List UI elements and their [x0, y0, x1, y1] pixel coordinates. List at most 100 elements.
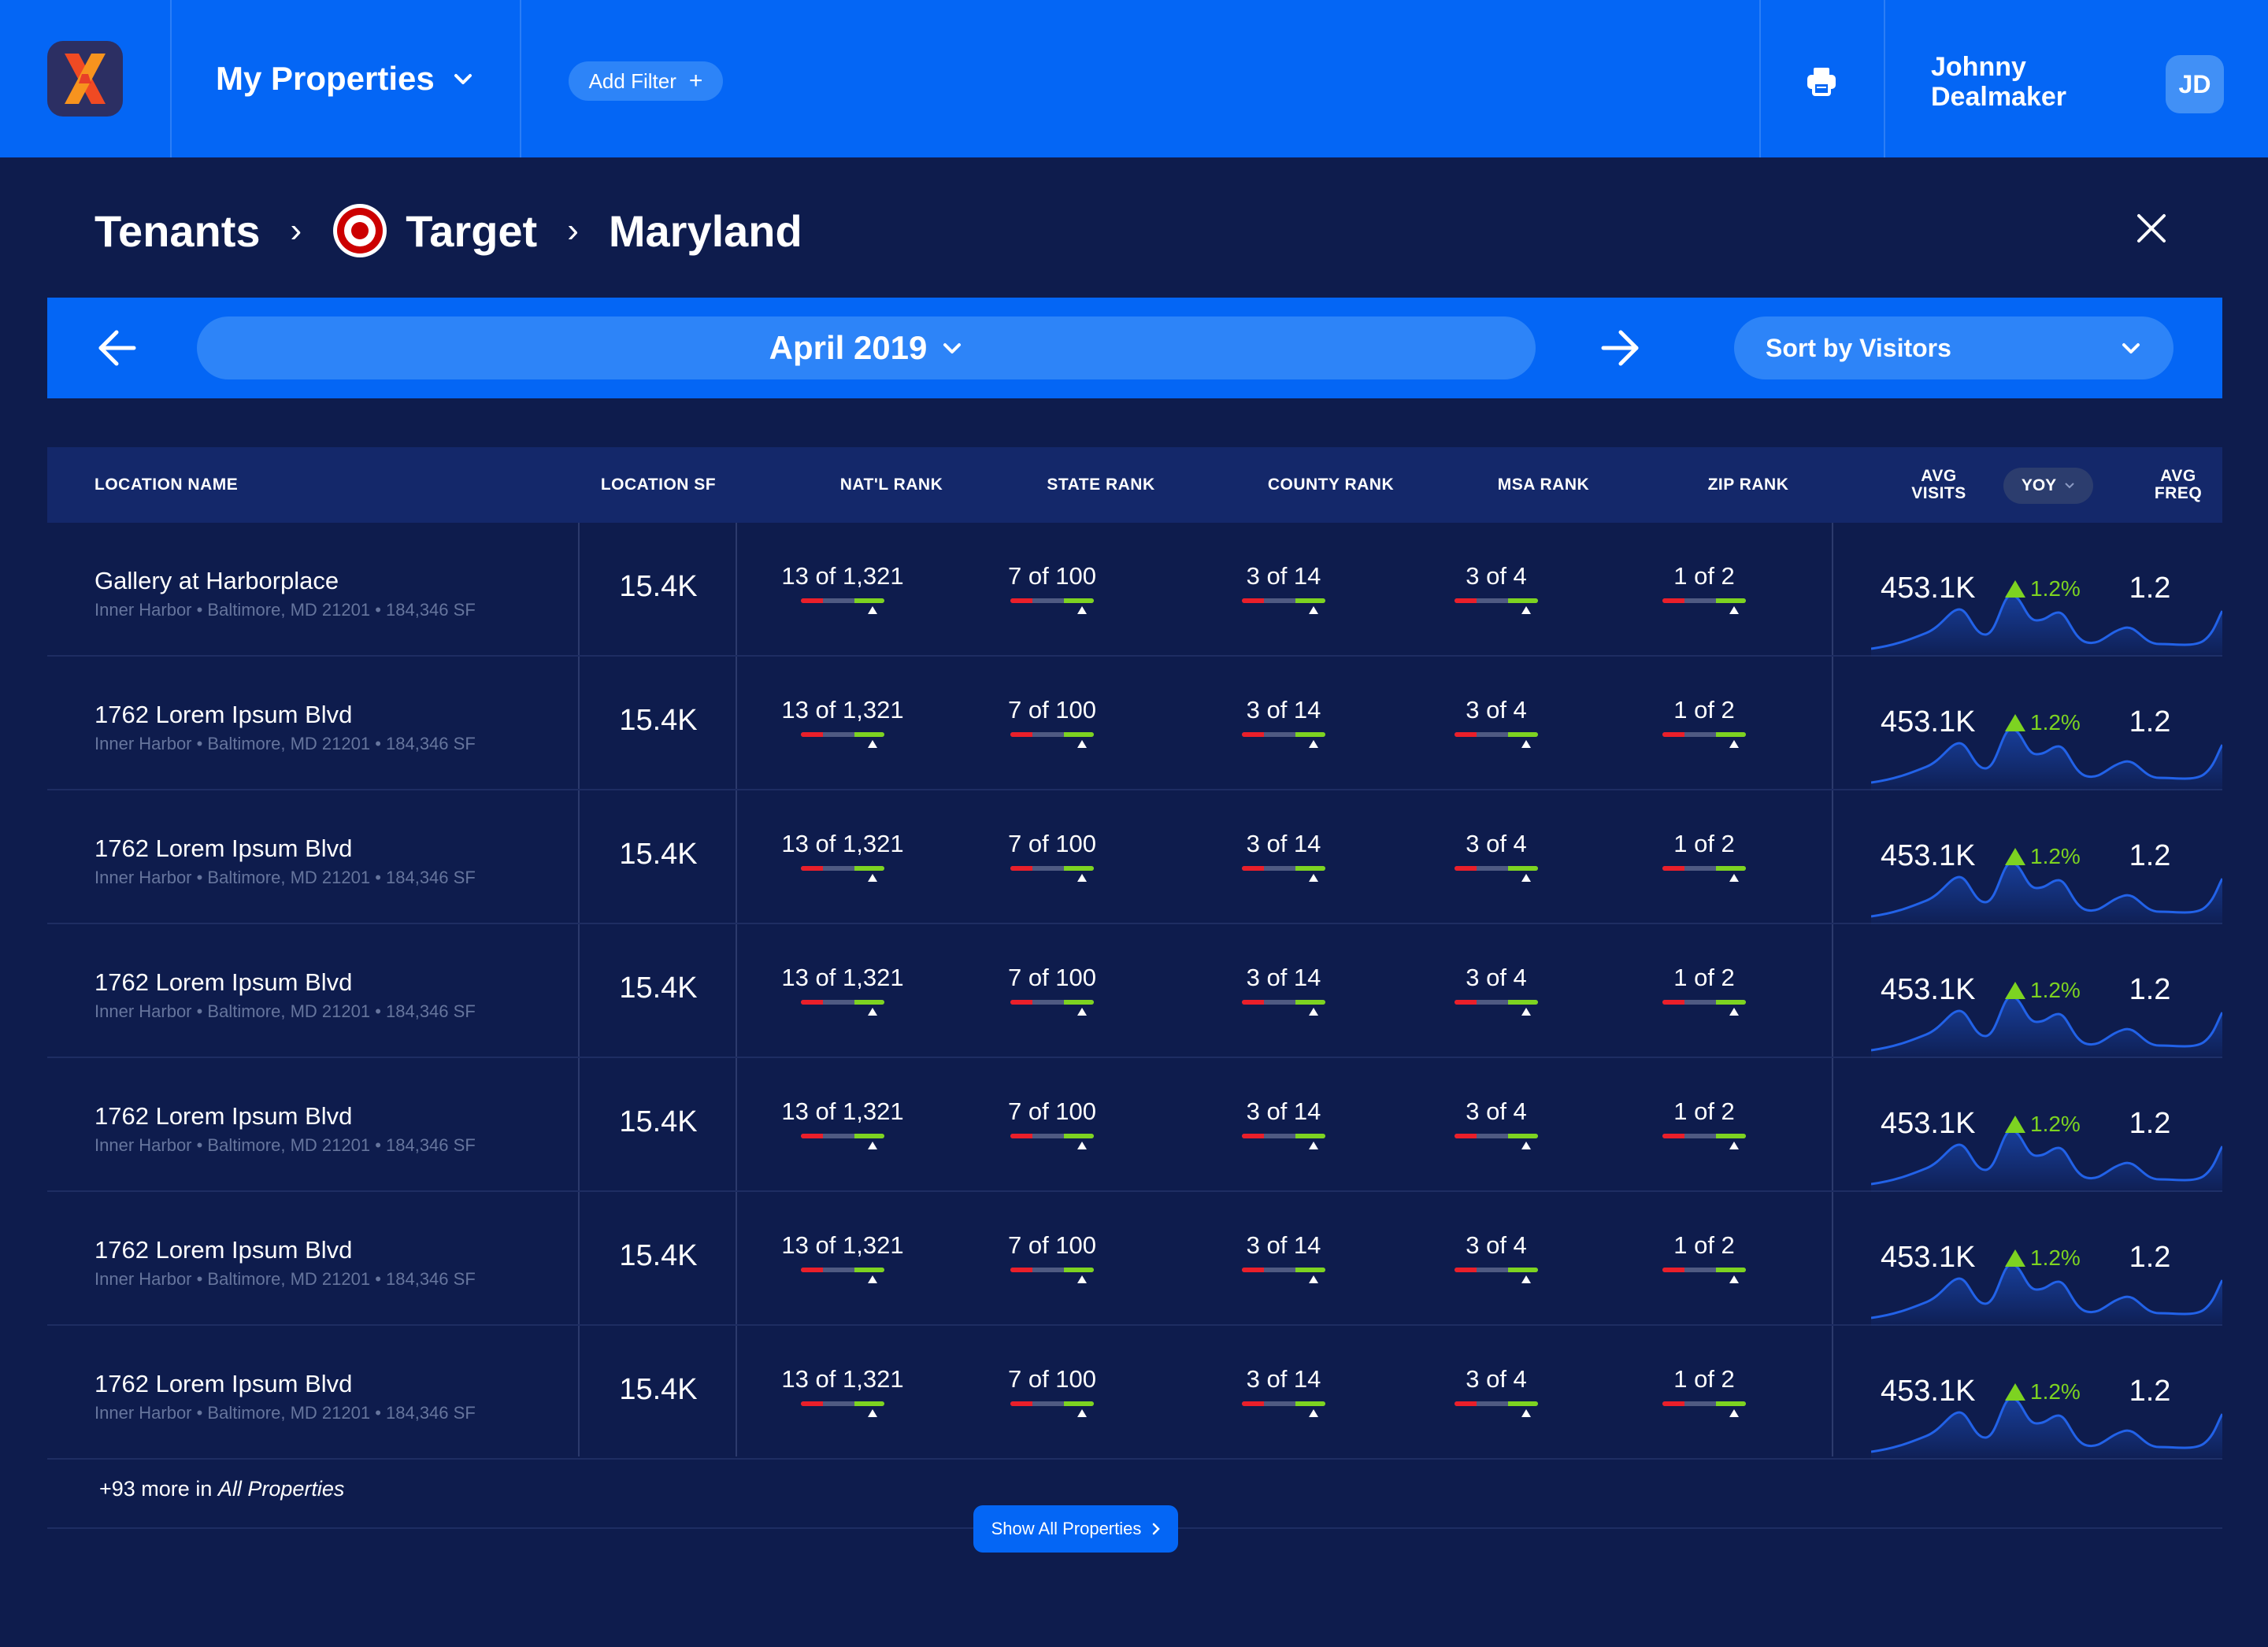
avg-freq-value: 1.2: [2129, 1107, 2171, 1140]
location-sf: 15.4K: [619, 1239, 698, 1272]
zip-rank: 1 of 2: [1625, 964, 1783, 1016]
triangle-up-icon: [1309, 1275, 1318, 1283]
triangle-up-icon: [1521, 740, 1531, 748]
msa-rank-value: 3 of 4: [1466, 696, 1527, 724]
state-rank: 7 of 100: [973, 1365, 1131, 1417]
table-row[interactable]: 1762 Lorem Ipsum Blvd Inner Harbor • Bal…: [47, 924, 2222, 1058]
rank-gauge: [1010, 1134, 1094, 1149]
zip-rank-value: 1 of 2: [1673, 1231, 1735, 1259]
county-rank: 3 of 14: [1205, 1365, 1362, 1417]
natl-rank: 13 of 1,321: [764, 1365, 921, 1417]
month-selector[interactable]: April 2019: [197, 316, 1536, 379]
col-zip-rank[interactable]: ZIP RANK: [1622, 447, 1874, 523]
printer-icon[interactable]: [1803, 63, 1840, 99]
msa-rank: 3 of 4: [1418, 1231, 1575, 1283]
triangle-up-icon: [1729, 1409, 1739, 1417]
rank-gauge: [801, 1268, 884, 1283]
state-rank-value: 7 of 100: [1007, 1097, 1097, 1125]
table-row[interactable]: 1762 Lorem Ipsum Blvd Inner Harbor • Bal…: [47, 790, 2222, 924]
location-name[interactable]: 1762 Lorem Ipsum Blvd: [94, 1236, 352, 1264]
add-filter-button[interactable]: Add Filter +: [569, 61, 723, 101]
show-all-properties-button[interactable]: Show All Properties: [973, 1505, 1178, 1553]
location-details: Inner Harbor • Baltimore, MD 21201 • 184…: [94, 734, 476, 753]
rank-gauge: [1010, 1401, 1094, 1417]
rank-gauge: [1242, 866, 1325, 882]
triangle-up-icon: [1309, 1008, 1318, 1016]
location-name[interactable]: 1762 Lorem Ipsum Blvd: [94, 1370, 352, 1398]
location-name[interactable]: 1762 Lorem Ipsum Blvd: [94, 968, 352, 997]
triangle-up-icon: [1077, 606, 1087, 614]
rank-gauge: [1242, 1268, 1325, 1283]
table-row[interactable]: Gallery at Harborplace Inner Harbor • Ba…: [47, 523, 2222, 657]
rank-gauge: [1242, 1401, 1325, 1417]
msa-rank-value: 3 of 4: [1466, 1365, 1527, 1393]
avg-visits-value: 453.1K: [1881, 1107, 1976, 1140]
chevron-down-icon: [2122, 343, 2140, 353]
rank-gauge: [1455, 1401, 1538, 1417]
triangle-up-icon: [1077, 1142, 1087, 1149]
rank-gauge: [1662, 866, 1746, 882]
table-row[interactable]: 1762 Lorem Ipsum Blvd Inner Harbor • Bal…: [47, 1058, 2222, 1192]
location-sf: 15.4K: [619, 972, 698, 1005]
avg-freq-value: 1.2: [2129, 572, 2171, 605]
table-row[interactable]: 1762 Lorem Ipsum Blvd Inner Harbor • Bal…: [47, 657, 2222, 790]
close-icon[interactable]: [2134, 211, 2169, 246]
breadcrumb: Tenants › Target › Maryland: [94, 202, 802, 260]
properties-dropdown[interactable]: My Properties: [216, 55, 474, 102]
msa-rank: 3 of 4: [1418, 830, 1575, 882]
county-rank: 3 of 14: [1205, 830, 1362, 882]
add-filter-label: Add Filter: [588, 68, 676, 93]
arrow-right-icon[interactable]: [1599, 328, 1641, 368]
table-row[interactable]: 1762 Lorem Ipsum Blvd Inner Harbor • Bal…: [47, 1192, 2222, 1326]
zip-rank: 1 of 2: [1625, 562, 1783, 614]
location-name[interactable]: 1762 Lorem Ipsum Blvd: [94, 701, 352, 729]
triangle-up-icon: [868, 1409, 877, 1417]
rank-gauge: [1455, 866, 1538, 882]
app-logo[interactable]: [47, 41, 123, 117]
chevron-right-icon: ›: [567, 211, 579, 250]
location-details: Inner Harbor • Baltimore, MD 21201 • 184…: [94, 868, 476, 887]
triangle-up-icon: [1309, 874, 1318, 882]
breadcrumb-tenants[interactable]: Tenants: [94, 205, 261, 257]
zip-rank: 1 of 2: [1625, 1365, 1783, 1417]
col-avg-freq[interactable]: AVG FREQ: [2147, 447, 2210, 523]
triangle-up-icon: [1077, 1275, 1087, 1283]
target-logo: [333, 204, 387, 257]
triangle-up-icon: [1729, 740, 1739, 748]
msa-rank: 3 of 4: [1418, 964, 1575, 1016]
triangle-up-icon: [1309, 606, 1318, 614]
state-rank: 7 of 100: [973, 1097, 1131, 1149]
zip-rank-value: 1 of 2: [1673, 696, 1735, 724]
col-location-name[interactable]: LOCATION NAME: [94, 447, 238, 523]
col-avg-visits[interactable]: AVG VISITS: [1899, 447, 1978, 523]
rank-gauge: [801, 598, 884, 614]
county-rank-value: 3 of 14: [1246, 696, 1321, 724]
triangle-up-icon: [1309, 740, 1318, 748]
natl-rank: 13 of 1,321: [764, 696, 921, 748]
triangle-up-icon: [2005, 580, 2025, 598]
breadcrumb-tenant[interactable]: Target: [406, 205, 537, 257]
table-row[interactable]: 1762 Lorem Ipsum Blvd Inner Harbor • Bal…: [47, 1326, 2222, 1460]
yoy-value: 1.2%: [2030, 576, 2081, 601]
col-location-sf[interactable]: LOCATION SF: [580, 447, 737, 523]
yoy-dropdown[interactable]: YOY: [2003, 468, 2093, 504]
yoy-change: 1.2%: [2005, 710, 2081, 735]
yoy-value: 1.2%: [2030, 1112, 2081, 1136]
user-name[interactable]: Johnny Dealmaker: [1931, 52, 2088, 112]
avatar[interactable]: JD: [2166, 55, 2224, 113]
triangle-up-icon: [1729, 1275, 1739, 1283]
triangle-up-icon: [2005, 982, 2025, 999]
sort-dropdown[interactable]: Sort by Visitors: [1734, 316, 2174, 379]
avg-visits-value: 453.1K: [1881, 1375, 1976, 1408]
breadcrumb-state: Maryland: [608, 205, 802, 256]
msa-rank-value: 3 of 4: [1466, 562, 1527, 590]
location-name[interactable]: 1762 Lorem Ipsum Blvd: [94, 1102, 352, 1131]
location-name[interactable]: 1762 Lorem Ipsum Blvd: [94, 835, 352, 863]
location-details: Inner Harbor • Baltimore, MD 21201 • 184…: [94, 1135, 476, 1155]
triangle-up-icon: [2005, 1249, 2025, 1267]
avg-freq-value: 1.2: [2129, 1375, 2171, 1408]
all-properties-link[interactable]: All Properties: [218, 1477, 345, 1501]
col-state-rank[interactable]: STATE RANK: [975, 447, 1227, 523]
arrow-left-icon[interactable]: [96, 328, 139, 368]
location-name[interactable]: Gallery at Harborplace: [94, 567, 339, 595]
